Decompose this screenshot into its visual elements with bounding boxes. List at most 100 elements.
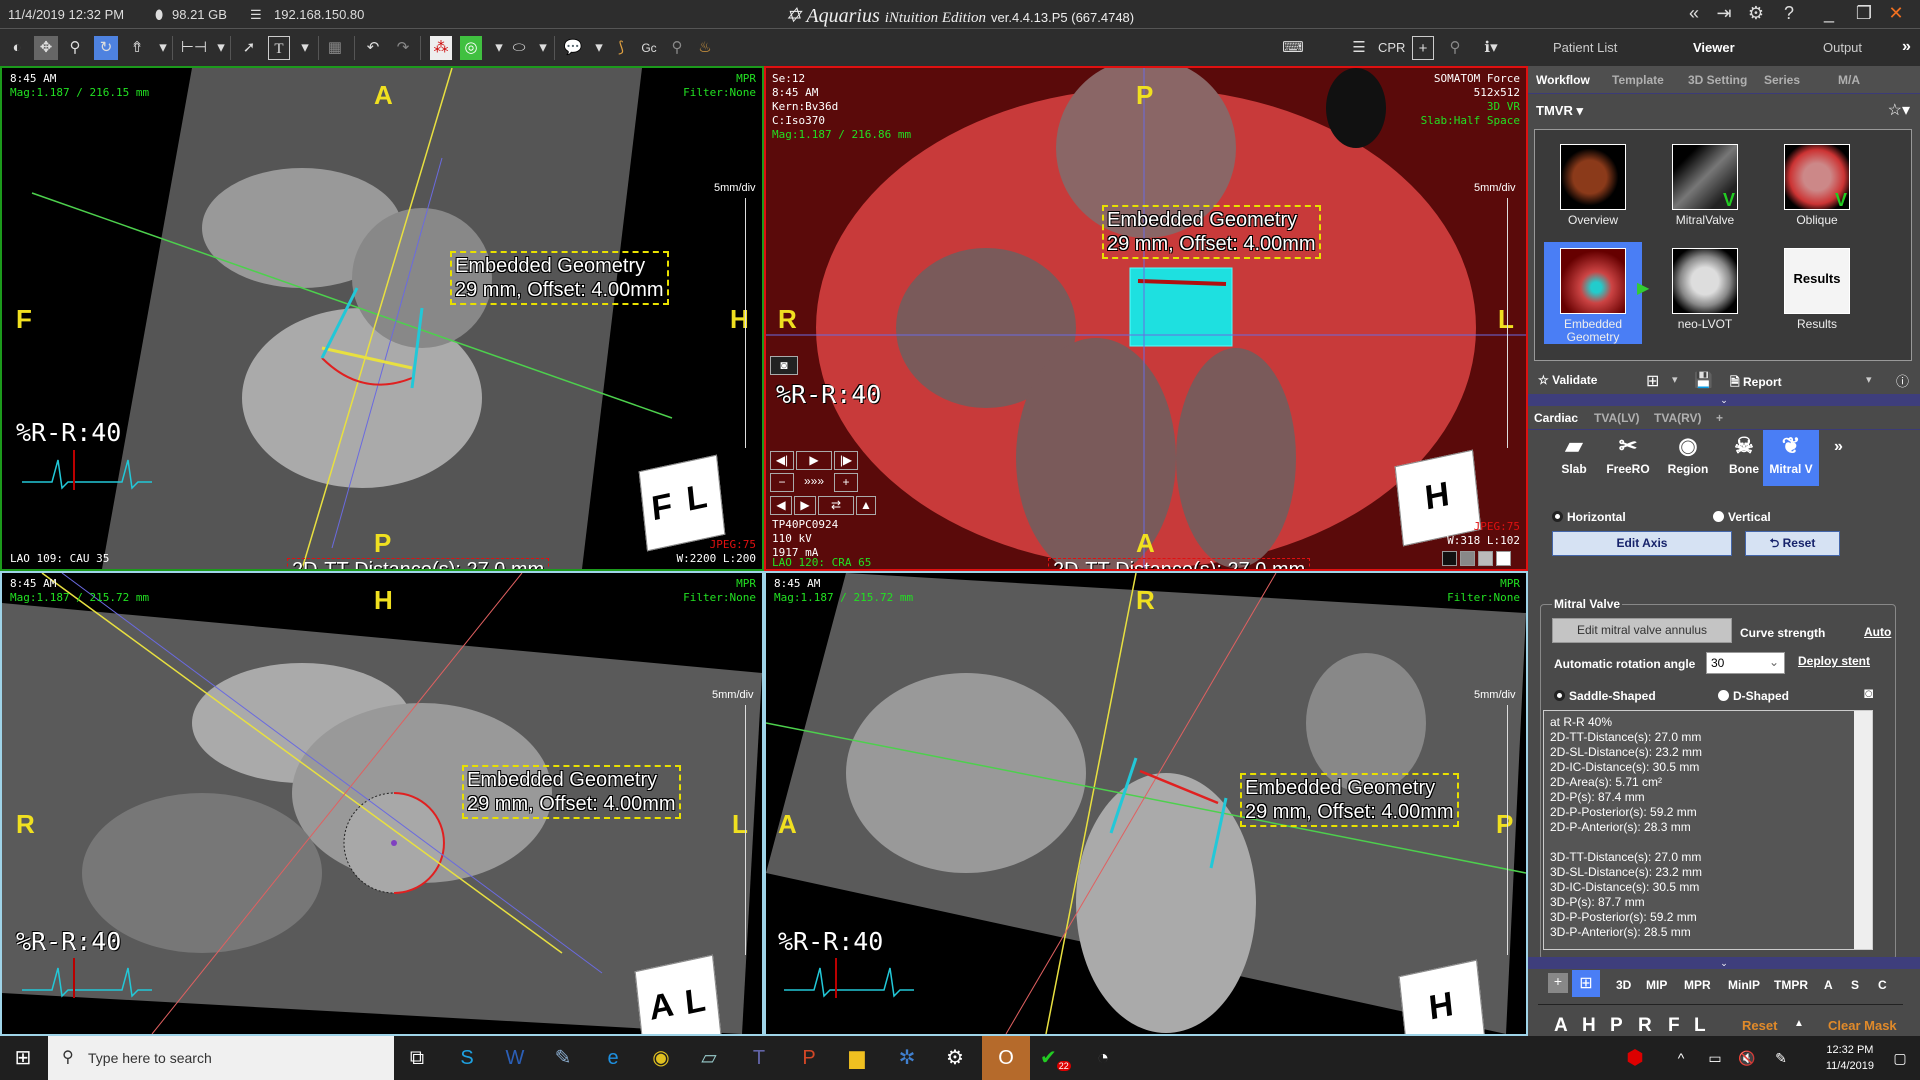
- workflow-step-results[interactable]: Results Results: [1768, 242, 1866, 331]
- play-button[interactable]: ▶: [796, 451, 832, 470]
- taskbar-clock[interactable]: 12:32 PM 11/4/2019: [1826, 1042, 1874, 1074]
- zoom-icon[interactable]: ⚲: [64, 36, 86, 60]
- dropdown-icon[interactable]: ▾: [1866, 373, 1872, 386]
- logout-icon[interactable]: ⇥: [1710, 3, 1738, 24]
- view-mode-coronal[interactable]: C: [1878, 978, 1887, 992]
- orientation-cube[interactable]: H: [1394, 449, 1482, 547]
- camera-icon[interactable]: ◙: [1864, 685, 1873, 702]
- settings-gear-icon[interactable]: ⚙: [1742, 3, 1770, 24]
- loop-button[interactable]: ⇄: [818, 496, 854, 515]
- vertical-radio[interactable]: Vertical: [1713, 510, 1771, 524]
- collapse-icon[interactable]: «: [1680, 3, 1708, 24]
- chevron-up-icon[interactable]: ▲: [1794, 1018, 1804, 1029]
- annotation-icon[interactable]: 💬: [562, 36, 584, 60]
- horizontal-radio[interactable]: Horizontal: [1552, 510, 1626, 524]
- minimize-button[interactable]: _: [1815, 3, 1843, 24]
- collapse-bar[interactable]: ⌄: [1528, 957, 1920, 969]
- tray-expand-icon[interactable]: ^: [1666, 1044, 1696, 1072]
- ruler-icon[interactable]: ⊢⊣: [180, 36, 208, 60]
- file-explorer-icon[interactable]: ▆: [842, 1044, 872, 1072]
- view-mode-axial[interactable]: A: [1824, 978, 1833, 992]
- magnifier-icon[interactable]: ⚲: [1444, 36, 1466, 60]
- measurement-results[interactable]: at R-R 40% 2D-TT-Distance(s): 27.0 mm 2D…: [1543, 710, 1873, 950]
- edit-annulus-button[interactable]: Edit mitral valve annulus: [1552, 618, 1732, 643]
- orient-anterior[interactable]: A: [1554, 1015, 1568, 1037]
- tooltab-tva-lv[interactable]: TVA(LV): [1594, 411, 1640, 425]
- save-icon[interactable]: 💾: [1694, 371, 1713, 389]
- workflow-selector[interactable]: TMVR ▾: [1536, 103, 1583, 119]
- task-app-icon[interactable]: ✔ 22: [1040, 1044, 1071, 1072]
- app-icon[interactable]: ✎: [548, 1044, 578, 1072]
- subtab-ma[interactable]: M/A: [1838, 73, 1860, 87]
- layout-grid-icon[interactable]: ⊞: [1572, 970, 1600, 997]
- view-mode-mpr[interactable]: MPR: [1684, 978, 1711, 992]
- notifications-icon[interactable]: ▢: [1885, 1044, 1915, 1072]
- view-mode-minip[interactable]: MinIP: [1728, 978, 1760, 992]
- keyboard-icon[interactable]: ⌨: [1282, 36, 1304, 60]
- preset-gray[interactable]: [1460, 551, 1475, 566]
- auto-link[interactable]: Auto: [1864, 625, 1891, 639]
- tab-viewer[interactable]: Viewer: [1693, 40, 1735, 55]
- orient-foot[interactable]: F: [1668, 1015, 1680, 1037]
- tooltab-add[interactable]: +: [1716, 411, 1723, 425]
- saddle-shaped-radio[interactable]: Saddle-Shaped: [1554, 689, 1656, 703]
- segmentation-icon[interactable]: ⁂: [430, 36, 452, 60]
- list-icon[interactable]: ☰: [1348, 36, 1370, 60]
- step-forward-button[interactable]: |▶: [834, 451, 858, 470]
- tooltab-tva-rv[interactable]: TVA(RV): [1654, 411, 1702, 425]
- pen-icon[interactable]: ✎: [1766, 1044, 1796, 1072]
- tooltab-cardiac[interactable]: Cardiac: [1534, 411, 1578, 425]
- pointer-icon[interactable]: ➚: [238, 36, 260, 60]
- view-mode-3d[interactable]: 3D: [1616, 978, 1631, 992]
- add-layout-icon[interactable]: +: [1548, 973, 1568, 993]
- windows-start-icon[interactable]: ⊞: [8, 1044, 38, 1072]
- word-icon[interactable]: W: [500, 1044, 530, 1072]
- dropdown-icon[interactable]: ▾: [1672, 373, 1678, 386]
- dropdown-icon[interactable]: ▾: [152, 36, 174, 60]
- step-back-button[interactable]: ◀|: [770, 451, 794, 470]
- heart-tool-icon[interactable]: ♨: [694, 36, 716, 60]
- vessel-icon[interactable]: ⟆: [610, 36, 632, 60]
- dropdown-icon[interactable]: ▾: [294, 36, 316, 60]
- layout-grid-icon[interactable]: ▦: [324, 36, 346, 60]
- workflow-step-embedded-geometry[interactable]: Embedded Geometry: [1544, 242, 1642, 344]
- tool-region[interactable]: ◉ Region: [1660, 430, 1716, 486]
- orient-posterior[interactable]: P: [1610, 1015, 1623, 1037]
- workflow-step-neo-lvot[interactable]: neo-LVOT: [1656, 242, 1754, 331]
- outlook-icon[interactable]: O: [982, 1036, 1030, 1080]
- orient-head[interactable]: H: [1582, 1015, 1596, 1037]
- tool-slab[interactable]: ▰ Slab: [1546, 430, 1602, 486]
- results-scrollbar[interactable]: [1854, 711, 1872, 949]
- prev-frame-button[interactable]: ◀: [770, 496, 792, 515]
- viewport-bottom-right[interactable]: 8:45 AM Mag:1.187 / 215.72 mm MPR Filter…: [764, 571, 1528, 1036]
- aquarius-icon[interactable]: ✲: [892, 1044, 922, 1072]
- add-view-icon[interactable]: +: [1412, 36, 1434, 60]
- viewport-bottom-left[interactable]: 8:45 AM Mag:1.187 / 215.72 mm MPR Filter…: [0, 571, 764, 1036]
- favorite-workflow-icon[interactable]: ☆▾: [1888, 100, 1910, 120]
- help-icon[interactable]: ?: [1775, 3, 1803, 24]
- snapshot-camera-icon[interactable]: ◙: [770, 356, 798, 375]
- workflow-step-mitralvalve[interactable]: V MitralValve: [1656, 138, 1754, 227]
- rotation-angle-select[interactable]: 30 ⌄: [1706, 652, 1785, 674]
- tray-app-icon[interactable]: ⬢: [1620, 1044, 1650, 1072]
- more-tools-icon[interactable]: »: [1834, 438, 1843, 456]
- viewport-top-left[interactable]: 8:45 AM Mag:1.187 / 216.15 mm MPR Filter…: [0, 66, 764, 571]
- app-icon[interactable]: ◔: [1088, 1044, 1118, 1072]
- close-button[interactable]: ✕: [1882, 3, 1910, 24]
- subtab-template[interactable]: Template: [1612, 73, 1664, 87]
- speed-decrease-button[interactable]: −: [770, 473, 794, 492]
- d-shaped-radio[interactable]: D-Shaped: [1718, 689, 1789, 703]
- volume-muted-icon[interactable]: 🔇: [1732, 1044, 1762, 1072]
- skype-icon[interactable]: S: [452, 1044, 482, 1072]
- dropdown-icon[interactable]: ▾: [488, 36, 510, 60]
- add-step-icon[interactable]: ⊞: [1646, 371, 1659, 391]
- cpr-button[interactable]: CPR: [1378, 36, 1405, 60]
- undo-icon[interactable]: ↶: [362, 36, 384, 60]
- tab-output[interactable]: Output: [1823, 40, 1862, 55]
- battery-icon[interactable]: ▭: [1700, 1044, 1730, 1072]
- view-mode-mip[interactable]: MIP: [1646, 978, 1667, 992]
- redo-icon[interactable]: ↷: [392, 36, 414, 60]
- restore-button[interactable]: ❐: [1850, 3, 1878, 24]
- eject-button[interactable]: ▲: [856, 496, 876, 515]
- report-button[interactable]: 🗎 Report: [1730, 373, 1782, 394]
